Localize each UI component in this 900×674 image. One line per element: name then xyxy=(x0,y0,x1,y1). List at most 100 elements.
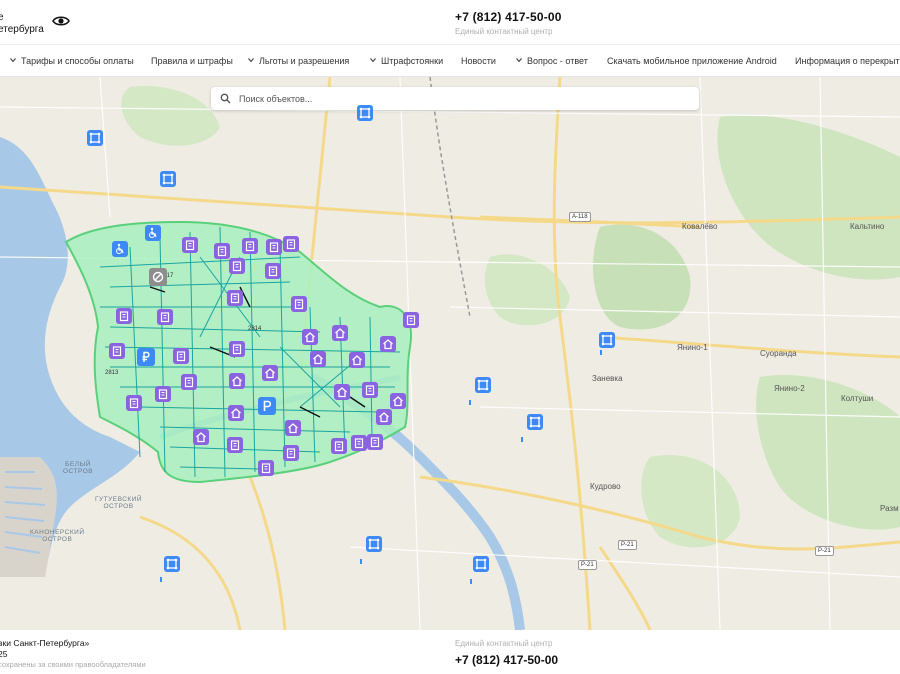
nav-item-tariffs[interactable]: Тарифы и способы оплаты xyxy=(10,56,134,66)
accessibility-eye-icon[interactable] xyxy=(52,15,70,27)
building-pin[interactable] xyxy=(157,309,173,325)
nav-item-news[interactable]: Новости xyxy=(461,56,496,66)
parking-p-icon xyxy=(263,400,272,411)
building-pin[interactable] xyxy=(229,341,245,357)
chevron-down-icon xyxy=(10,58,16,63)
building-pin[interactable] xyxy=(367,434,383,450)
parking-lot-pin[interactable] xyxy=(137,348,155,366)
building-pin[interactable] xyxy=(126,395,142,411)
nav-item-faq[interactable]: Вопрос - ответ xyxy=(516,56,588,66)
house-pin[interactable] xyxy=(262,365,278,381)
building-icon xyxy=(112,346,122,357)
building-pin[interactable] xyxy=(182,237,198,253)
building-pin[interactable] xyxy=(265,263,281,279)
search-input[interactable] xyxy=(239,90,679,107)
camera-pin[interactable] xyxy=(473,556,489,572)
house-icon xyxy=(335,328,345,339)
building-pin[interactable] xyxy=(403,312,419,328)
building-icon xyxy=(176,351,186,362)
building-pin[interactable] xyxy=(227,290,243,306)
building-pin[interactable] xyxy=(116,308,132,324)
building-pin[interactable] xyxy=(181,374,197,390)
pin-marker-tail xyxy=(521,437,523,442)
search-icon xyxy=(220,93,231,104)
brand-title[interactable]: е етербурга xyxy=(0,12,44,36)
nav-item-android-app[interactable]: Скачать мобильное приложение Android xyxy=(607,56,777,66)
disabled-parking-pin[interactable] xyxy=(112,241,128,257)
building-pin[interactable] xyxy=(173,348,189,364)
house-pin[interactable] xyxy=(390,393,406,409)
building-pin[interactable] xyxy=(351,435,367,451)
camera-pin[interactable] xyxy=(527,414,543,430)
zone-label: 2814 xyxy=(248,326,262,332)
camera-pin[interactable] xyxy=(366,536,382,552)
building-icon xyxy=(269,242,279,253)
building-icon xyxy=(294,299,304,310)
building-pin[interactable] xyxy=(283,445,299,461)
building-pin[interactable] xyxy=(258,460,274,476)
camera-pin[interactable] xyxy=(599,332,615,348)
pin-marker-tail xyxy=(469,400,471,405)
building-pin[interactable] xyxy=(229,258,245,274)
chevron-down-icon xyxy=(248,58,254,63)
building-pin[interactable] xyxy=(155,386,171,402)
house-pin[interactable] xyxy=(228,405,244,421)
pin-marker-tail xyxy=(160,577,162,582)
header-phone-subtitle: Единый контактный центр xyxy=(455,27,553,36)
building-pin[interactable] xyxy=(109,343,125,359)
house-pin[interactable] xyxy=(332,325,348,341)
building-pin[interactable] xyxy=(283,236,299,252)
house-pin[interactable] xyxy=(193,429,209,445)
nav-item-benefits[interactable]: Льготы и разрешения xyxy=(248,56,349,66)
nav-item-rules[interactable]: Правила и штрафы xyxy=(151,56,233,66)
building-pin[interactable] xyxy=(362,382,378,398)
house-icon xyxy=(379,412,389,423)
place-label: Янино-1 xyxy=(677,343,708,352)
house-icon xyxy=(231,408,241,419)
house-pin[interactable] xyxy=(285,420,301,436)
house-pin[interactable] xyxy=(310,351,326,367)
building-icon xyxy=(245,241,255,252)
frame-icon xyxy=(368,538,380,550)
footer-phone[interactable]: +7 (812) 417-50-00 xyxy=(455,653,558,667)
frame-icon xyxy=(359,107,371,119)
camera-pin[interactable] xyxy=(475,377,491,393)
brand-line-1: е xyxy=(0,12,4,23)
building-icon xyxy=(230,293,240,304)
building-pin[interactable] xyxy=(266,239,282,255)
house-pin[interactable] xyxy=(380,336,396,352)
nav-item-closures[interactable]: Информация о перекрыти xyxy=(795,56,900,66)
house-icon xyxy=(196,432,206,443)
camera-pin[interactable] xyxy=(164,556,180,572)
building-icon xyxy=(261,463,271,474)
parking-map[interactable]: Ковалёво Кальтино Янино-1 Суоранда Занев… xyxy=(0,77,900,630)
house-pin[interactable] xyxy=(376,409,392,425)
nav-item-label: Льготы и разрешения xyxy=(259,56,350,66)
site-footer: вки Санкт-Петербурга» 25 сохранены за св… xyxy=(0,630,900,674)
park-2 xyxy=(717,115,900,280)
building-pin[interactable] xyxy=(214,243,230,259)
disabled-parking-pin[interactable] xyxy=(145,225,161,241)
park-6 xyxy=(121,86,220,146)
parking-lot-pin[interactable] xyxy=(258,397,276,415)
house-pin[interactable] xyxy=(302,329,318,345)
building-pin[interactable] xyxy=(242,238,258,254)
park-1 xyxy=(592,224,691,330)
header-phone[interactable]: +7 (812) 417-50-00 xyxy=(455,10,562,24)
nav-item-impound[interactable]: Штрафстоянки xyxy=(370,56,443,66)
nav-item-label: Скачать мобильное приложение Android xyxy=(607,56,777,66)
no-parking-pin[interactable] xyxy=(149,268,167,286)
house-pin[interactable] xyxy=(229,373,245,389)
wheelchair-icon xyxy=(149,227,157,238)
camera-pin[interactable] xyxy=(160,171,176,187)
building-pin[interactable] xyxy=(227,437,243,453)
house-pin[interactable] xyxy=(349,352,365,368)
house-pin[interactable] xyxy=(334,384,350,400)
camera-pin[interactable] xyxy=(87,130,103,146)
chevron-down-icon xyxy=(370,58,376,63)
building-pin[interactable] xyxy=(291,296,307,312)
frame-icon xyxy=(162,173,174,185)
building-pin[interactable] xyxy=(331,438,347,454)
place-label: Суоранда xyxy=(760,349,797,358)
camera-pin[interactable] xyxy=(357,105,373,121)
